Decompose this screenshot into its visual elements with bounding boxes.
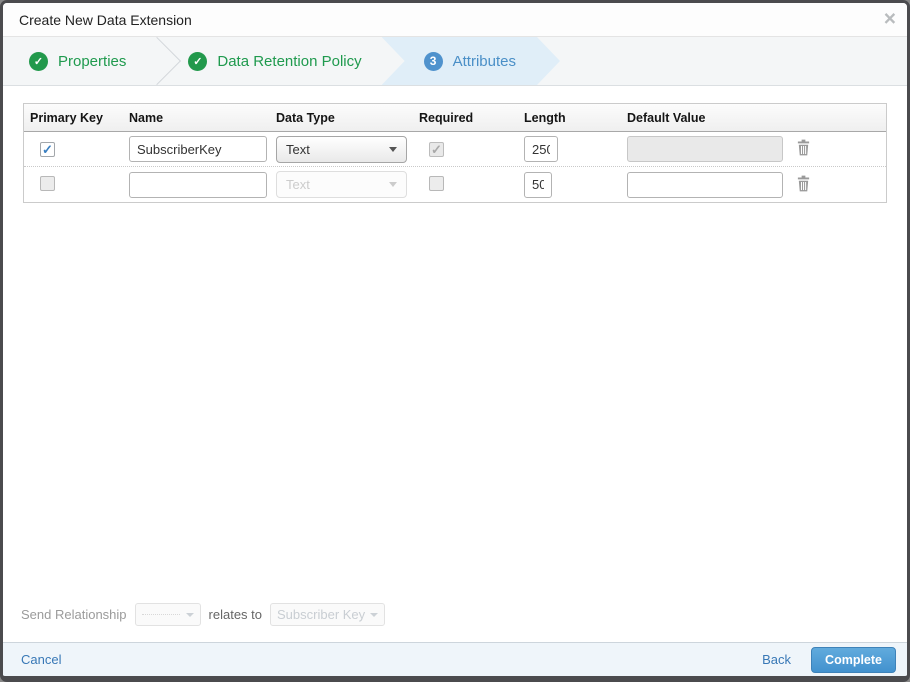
relates-to-label: relates to <box>208 607 263 622</box>
name-input[interactable] <box>129 171 267 198</box>
chevron-down-icon <box>389 146 397 152</box>
table-row: ✓ Text ✓ <box>24 132 886 167</box>
create-data-extension-dialog: Create New Data Extension × ✓ Properties… <box>0 0 910 682</box>
complete-button[interactable]: Complete <box>811 646 896 673</box>
back-link[interactable]: Back <box>762 652 791 667</box>
delete-row-button[interactable] <box>796 139 811 156</box>
data-type-value: Text <box>286 177 310 192</box>
default-value-input <box>627 136 783 162</box>
trash-icon <box>797 175 810 191</box>
data-type-select: Text <box>276 171 407 198</box>
dialog-content: Primary Key Name Data Type Required Leng… <box>3 86 907 642</box>
data-type-value: Text <box>286 141 310 157</box>
chevron-down-icon <box>185 612 194 617</box>
header-required: Required <box>419 110 474 125</box>
header-name: Name <box>129 110 164 125</box>
step-properties[interactable]: ✓ Properties <box>3 37 152 85</box>
relates-to-select: Subscriber Key <box>270 603 386 626</box>
primary-key-checkbox[interactable] <box>40 175 55 191</box>
chevron-down-icon <box>370 612 379 617</box>
send-relationship-row: Send Relationship relates to Subscriber … <box>3 603 907 642</box>
header-primary-key: Primary Key <box>30 110 103 125</box>
send-relationship-select <box>134 603 201 626</box>
header-default-value: Default Value <box>627 110 706 125</box>
name-input[interactable] <box>129 136 267 162</box>
attributes-table: Primary Key Name Data Type Required Leng… <box>23 103 887 203</box>
length-input[interactable] <box>524 171 552 198</box>
default-value-input[interactable] <box>627 171 783 198</box>
header-length: Length <box>524 110 566 125</box>
delete-row-button[interactable] <box>796 175 811 192</box>
length-input[interactable] <box>524 136 558 162</box>
step-attributes[interactable]: 3 Attributes <box>382 37 560 85</box>
dialog-titlebar: Create New Data Extension × <box>3 3 907 37</box>
dialog-footer: Cancel Back Complete <box>3 642 907 676</box>
dialog-title: Create New Data Extension <box>19 11 192 28</box>
step-data-retention-policy[interactable]: ✓ Data Retention Policy <box>162 37 387 85</box>
close-icon[interactable]: × <box>884 8 896 29</box>
cancel-link[interactable]: Cancel <box>21 652 61 667</box>
step-attributes-label: Attributes <box>452 52 516 70</box>
chevron-down-icon <box>389 182 397 187</box>
check-circle-icon: ✓ <box>188 51 208 71</box>
check-circle-icon: ✓ <box>29 51 48 71</box>
send-relationship-label: Send Relationship <box>21 607 127 622</box>
table-row: Text <box>24 167 886 202</box>
primary-key-checkbox[interactable]: ✓ <box>40 141 55 157</box>
trash-icon <box>797 139 810 156</box>
relates-to-value: Subscriber Key <box>277 607 366 622</box>
empty-selection-placeholder <box>141 614 180 615</box>
step-properties-label: Properties <box>58 52 127 70</box>
step-number-badge: 3 <box>424 52 443 71</box>
required-checkbox: ✓ <box>429 141 444 157</box>
table-header-row: Primary Key Name Data Type Required Leng… <box>24 104 886 132</box>
header-data-type: Data Type <box>276 110 335 125</box>
wizard-steps: ✓ Properties ✓ Data Retention Policy 3 A… <box>3 37 907 86</box>
required-checkbox[interactable] <box>429 175 444 191</box>
data-type-select[interactable]: Text <box>276 135 407 163</box>
step-retention-label: Data Retention Policy <box>217 52 362 70</box>
